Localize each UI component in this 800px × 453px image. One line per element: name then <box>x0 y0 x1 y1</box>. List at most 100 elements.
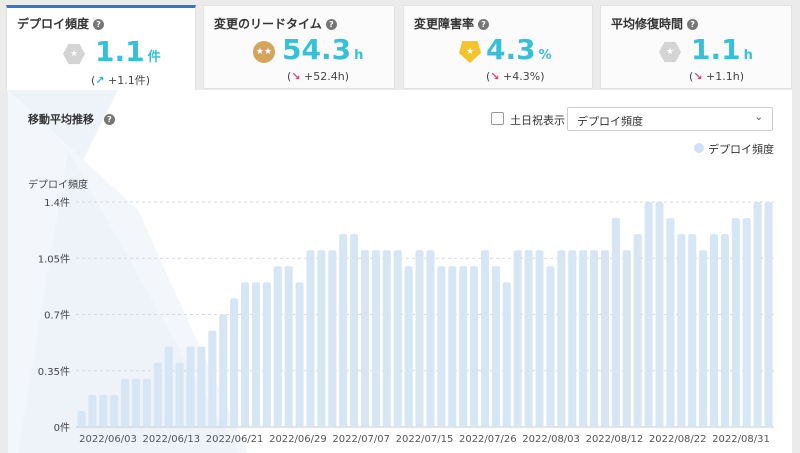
bar[interactable] <box>709 234 719 427</box>
bar[interactable] <box>720 234 729 427</box>
bar[interactable] <box>328 250 337 427</box>
tab-mean-time-to-restore[interactable]: 平均修復時間? ★ 1.1 h (↘ +1.1h) <box>600 5 792 89</box>
tab-title: 変更のリードタイム? <box>214 15 337 32</box>
bar[interactable] <box>208 330 217 427</box>
bar[interactable] <box>753 202 762 427</box>
bar[interactable] <box>611 218 620 427</box>
bar-chart: 0件 0.35件 0.7件 1.05件 1.4件 2022/06/03 2022/06/1… <box>28 178 774 445</box>
bar[interactable] <box>317 250 326 427</box>
help-icon[interactable]: ? <box>325 19 337 30</box>
metric-value: 4.3% <box>486 33 552 66</box>
bar[interactable] <box>742 218 751 427</box>
bar[interactable] <box>164 346 173 427</box>
bar[interactable] <box>426 250 435 427</box>
x-tick-label: 2022/07/26 <box>459 434 517 445</box>
bar[interactable] <box>480 250 490 427</box>
x-tick-label: 2022/06/29 <box>269 434 327 445</box>
bar[interactable] <box>470 266 479 427</box>
x-tick-label: 2022/06/03 <box>79 434 137 445</box>
bar[interactable] <box>568 250 577 427</box>
bar[interactable] <box>590 250 599 427</box>
bar[interactable] <box>644 202 653 427</box>
tab-title: デプロイ頻度? <box>17 15 105 32</box>
bar[interactable] <box>241 282 250 427</box>
bar[interactable] <box>360 250 370 427</box>
bar[interactable] <box>502 282 511 427</box>
bar[interactable] <box>524 250 533 427</box>
bar[interactable] <box>284 266 293 427</box>
bar[interactable] <box>491 266 500 427</box>
tab-title: 変更障害率? <box>414 15 490 32</box>
metric-value: 1.1 h <box>691 33 753 66</box>
bar[interactable] <box>197 346 206 427</box>
bar[interactable] <box>175 362 184 427</box>
bar[interactable] <box>110 394 119 427</box>
help-icon[interactable]: ? <box>478 19 490 30</box>
bar[interactable] <box>153 362 162 427</box>
bar[interactable] <box>699 250 708 427</box>
tab-lead-time[interactable]: 変更のリードタイム? ★★ 54.3 h (↘ +52.4h) <box>203 5 395 89</box>
metric-value: 1.1 件 <box>95 35 161 68</box>
y-axis-label: デプロイ頻度 <box>28 178 88 191</box>
y-tick-label: 1.4件 <box>44 197 70 209</box>
medal-icon: ★ <box>63 43 85 65</box>
bar[interactable] <box>666 218 675 427</box>
metric-delta: (↘ +52.4h) <box>287 70 349 83</box>
bar[interactable] <box>99 394 108 427</box>
bar[interactable] <box>622 250 631 427</box>
bar[interactable] <box>404 266 413 427</box>
bar[interactable] <box>88 394 97 427</box>
bar[interactable] <box>306 250 315 427</box>
x-tick-label: 2022/08/31 <box>712 434 770 445</box>
bar[interactable] <box>382 250 391 427</box>
bar[interactable] <box>251 282 260 427</box>
metric-delta: (↗ +1.1件) <box>91 74 151 87</box>
bar[interactable] <box>262 282 271 427</box>
bar[interactable] <box>339 234 348 427</box>
bar[interactable] <box>764 202 773 427</box>
x-tick-label: 2022/08/12 <box>586 434 644 445</box>
bar[interactable] <box>295 282 304 427</box>
bar[interactable] <box>273 266 282 427</box>
bar[interactable] <box>415 250 424 427</box>
tab-change-failure-rate[interactable]: 変更障害率? ★ 4.3% (↘ +4.3%) <box>403 5 593 89</box>
bar[interactable] <box>371 250 380 427</box>
bar[interactable] <box>557 250 566 427</box>
bar[interactable] <box>448 266 457 427</box>
bar[interactable] <box>655 202 664 427</box>
bar[interactable] <box>186 346 195 427</box>
bar[interactable] <box>142 378 151 427</box>
x-tick-label: 2022/08/22 <box>649 434 707 445</box>
bar[interactable] <box>731 218 740 427</box>
help-icon[interactable]: ? <box>687 19 699 30</box>
bar[interactable] <box>633 234 642 427</box>
metric-delta: (↘ +4.3%) <box>486 70 545 83</box>
bar[interactable] <box>393 250 402 427</box>
chart-panel: 移動平均推移? 土日祝表示 デプロイ頻度 ⌄ デプロイ頻度 0件 0.35件 0.7… <box>8 90 792 453</box>
help-icon[interactable]: ? <box>93 19 105 30</box>
bar[interactable] <box>77 410 86 427</box>
bar[interactable] <box>546 266 555 427</box>
bar[interactable] <box>535 250 544 427</box>
bar[interactable] <box>579 250 588 427</box>
bar[interactable] <box>688 234 697 427</box>
bar[interactable] <box>513 250 522 427</box>
bar[interactable] <box>437 266 446 427</box>
tab-deploy-frequency[interactable]: デプロイ頻度? ★ 1.1 件 (↗ +1.1件) <box>6 5 196 91</box>
bar[interactable] <box>677 234 686 427</box>
y-tick-label: 1.05件 <box>38 253 70 265</box>
bar[interactable] <box>230 298 239 427</box>
x-tick-label: 2022/06/13 <box>142 434 200 445</box>
tab-title: 平均修復時間? <box>611 15 699 32</box>
medal-icon: ★ <box>459 41 481 63</box>
bar[interactable] <box>131 378 141 427</box>
bar[interactable] <box>121 378 130 427</box>
y-tick-label: 0.35件 <box>38 366 70 378</box>
bar[interactable] <box>459 266 468 427</box>
x-tick-label: 2022/08/03 <box>522 434 580 445</box>
bar[interactable] <box>350 234 359 427</box>
x-tick-label: 2022/07/07 <box>332 434 390 445</box>
bar[interactable] <box>219 314 228 428</box>
metric-value: 54.3 h <box>282 33 364 66</box>
bar[interactable] <box>600 250 609 427</box>
